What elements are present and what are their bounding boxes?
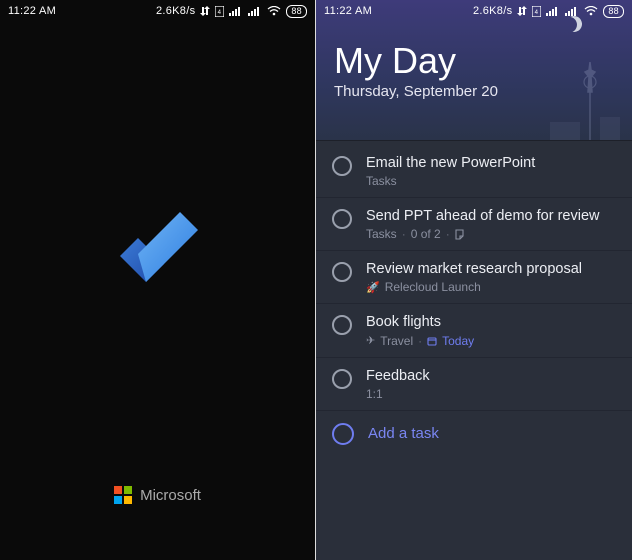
- task-checkbox[interactable]: [332, 262, 352, 282]
- task-title: Book flights: [366, 313, 618, 331]
- status-time: 11:22 AM: [324, 5, 372, 17]
- sim-icon: 4: [532, 6, 541, 17]
- microsoft-label: Microsoft: [140, 487, 201, 504]
- microsoft-logo-icon: [114, 486, 132, 504]
- swap-icon: [200, 6, 210, 16]
- task-subtitle: Tasks: [366, 174, 618, 188]
- task-row[interactable]: Email the new PowerPoint Tasks: [316, 145, 632, 198]
- status-speed: 2.6K8/s: [473, 5, 512, 17]
- svg-text:4: 4: [218, 10, 222, 16]
- task-subtitle: Tasks · 0 of 2 ·: [366, 227, 618, 241]
- status-right: 2.6K8/s 4 88: [473, 5, 624, 18]
- battery-indicator: 88: [286, 5, 307, 18]
- task-checkbox[interactable]: [332, 156, 352, 176]
- add-task-label: Add a task: [368, 425, 439, 442]
- task-title: Feedback: [366, 367, 618, 385]
- task-subtitle: ✈ Travel · Today: [366, 334, 618, 348]
- note-icon: [455, 229, 466, 240]
- tower-silhouette-icon: [550, 62, 620, 140]
- wifi-icon: [584, 6, 598, 16]
- task-subtitle: 🚀 Relecloud Launch: [366, 280, 618, 294]
- status-speed: 2.6K8/s: [156, 5, 195, 17]
- task-body: Send PPT ahead of demo for review Tasks …: [366, 207, 618, 241]
- add-task-button[interactable]: Add a task: [316, 411, 632, 457]
- signal-icon: [248, 6, 262, 16]
- task-list: Email the new PowerPoint Tasks Send PPT …: [316, 141, 632, 461]
- my-day-screen: 11:22 AM 2.6K8/s 4 88: [316, 0, 632, 560]
- plane-icon: ✈: [366, 334, 375, 347]
- status-bar: 11:22 AM 2.6K8/s 4 88: [316, 0, 632, 22]
- rocket-icon: 🚀: [366, 281, 380, 294]
- task-checkbox[interactable]: [332, 315, 352, 335]
- task-title: Review market research proposal: [366, 260, 618, 278]
- status-right: 2.6K8/s 4 88: [156, 5, 307, 18]
- status-time: 11:22 AM: [8, 5, 56, 17]
- task-body: Email the new PowerPoint Tasks: [366, 154, 618, 188]
- svg-text:4: 4: [535, 10, 539, 16]
- app-logo-icon: [98, 198, 218, 323]
- microsoft-brand: Microsoft: [0, 486, 315, 504]
- task-body: Review market research proposal 🚀 Relecl…: [366, 260, 618, 294]
- splash-screen: 11:22 AM 2.6K8/s 4 88: [0, 0, 316, 560]
- sim-icon: 4: [215, 6, 224, 17]
- task-body: Feedback 1:1: [366, 367, 618, 401]
- status-bar: 11:22 AM 2.6K8/s 4 88: [0, 0, 315, 22]
- signal-icon: [546, 6, 560, 16]
- signal-icon: [229, 6, 243, 16]
- task-row[interactable]: Book flights ✈ Travel · Today: [316, 304, 632, 357]
- signal-icon: [565, 6, 579, 16]
- battery-indicator: 88: [603, 5, 624, 18]
- task-body: Book flights ✈ Travel · Today: [366, 313, 618, 347]
- add-task-icon: [332, 423, 354, 445]
- task-row[interactable]: Send PPT ahead of demo for review Tasks …: [316, 198, 632, 251]
- task-title: Send PPT ahead of demo for review: [366, 207, 618, 225]
- swap-icon: [517, 6, 527, 16]
- wifi-icon: [267, 6, 281, 16]
- task-title: Email the new PowerPoint: [366, 154, 618, 172]
- task-row[interactable]: Feedback 1:1: [316, 358, 632, 411]
- task-row[interactable]: Review market research proposal 🚀 Relecl…: [316, 251, 632, 304]
- task-subtitle: 1:1: [366, 387, 618, 401]
- task-checkbox[interactable]: [332, 369, 352, 389]
- calendar-icon: [427, 336, 437, 346]
- splash-content: Microsoft: [0, 0, 315, 560]
- task-checkbox[interactable]: [332, 209, 352, 229]
